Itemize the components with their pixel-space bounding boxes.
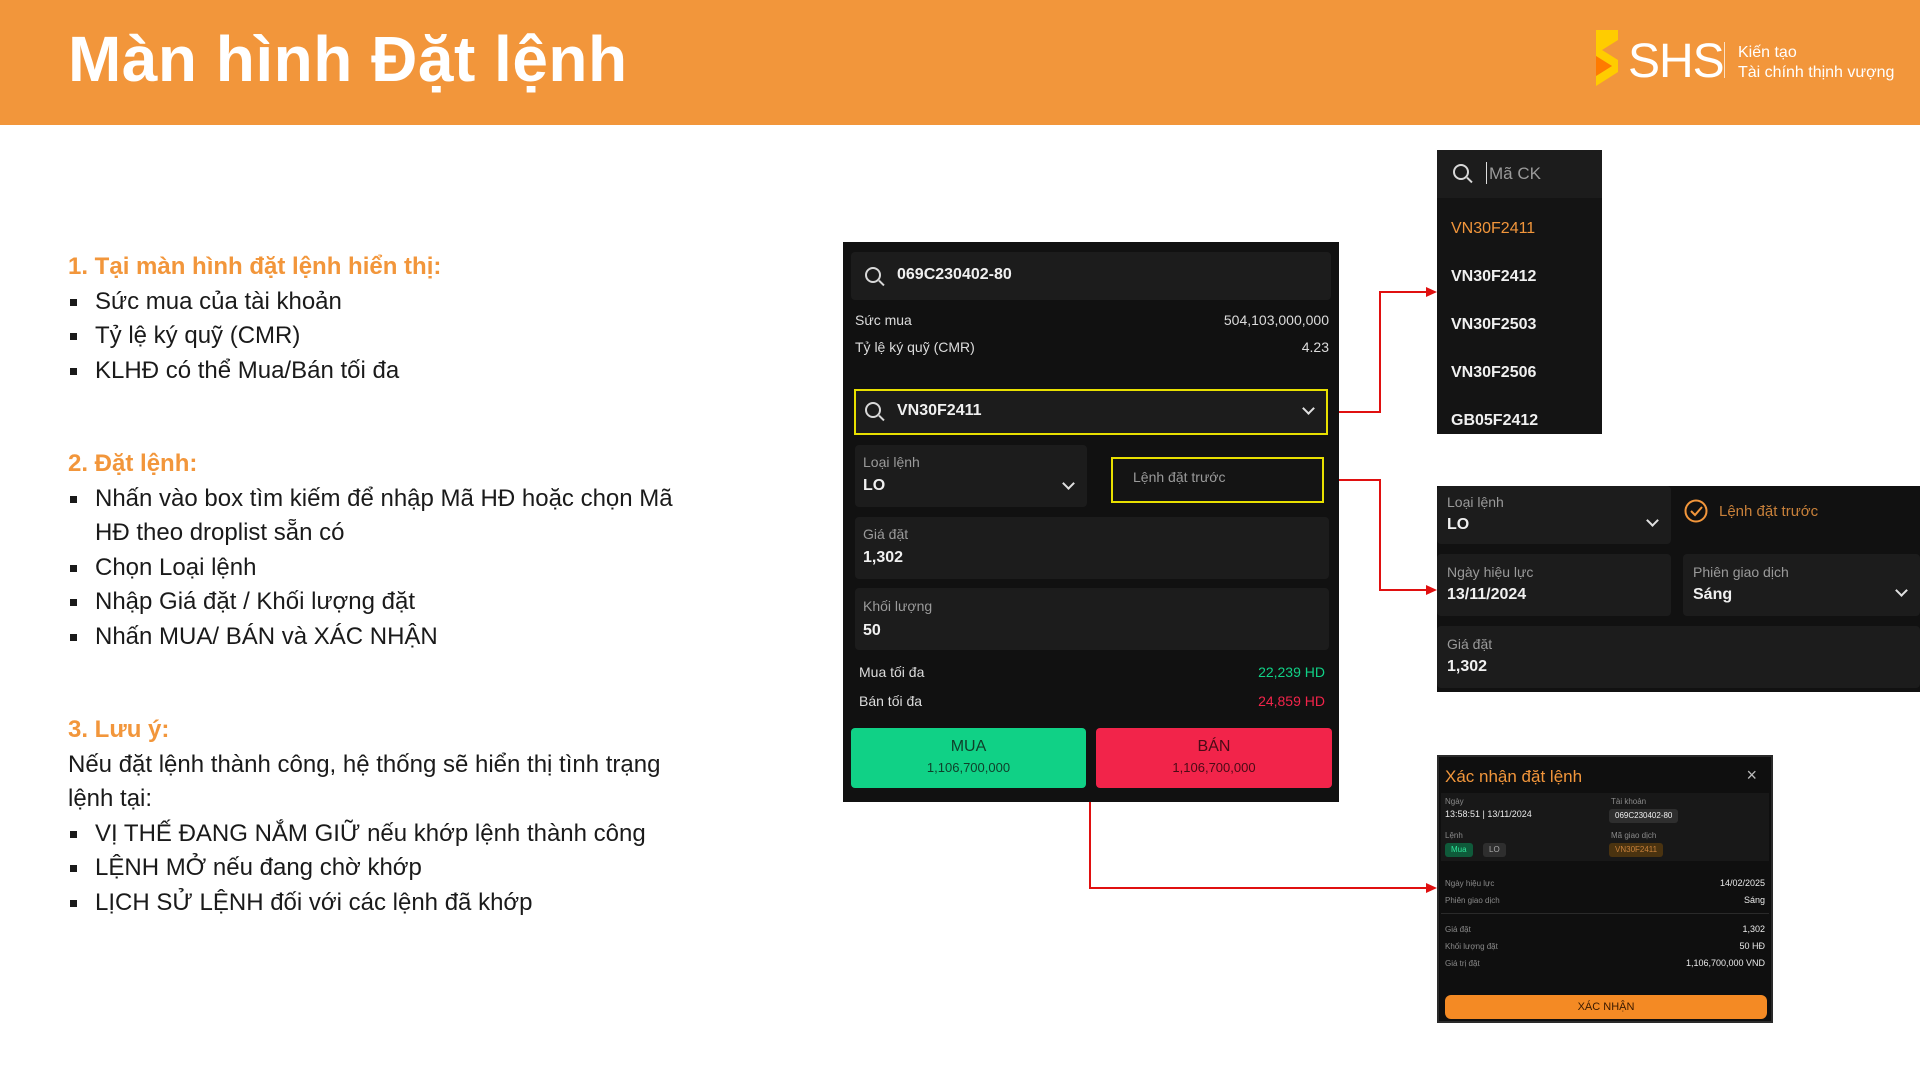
total-value: 1,106,700,000 VND bbox=[1685, 958, 1765, 968]
session-value: Sáng bbox=[1693, 586, 1733, 603]
eff-value: 14/02/2025 bbox=[1719, 878, 1765, 888]
order-type-value: LO bbox=[863, 477, 886, 494]
eff-label: Ngày hiệu lực bbox=[1445, 879, 1495, 888]
dropdown-item[interactable]: VN30F2412 bbox=[1451, 268, 1536, 286]
session-value: Sáng bbox=[1743, 895, 1765, 905]
account-label: Tài khoản bbox=[1611, 797, 1647, 806]
symbol-badge: VN30F2411 bbox=[1609, 843, 1664, 857]
buy-button[interactable]: MUA 1,106,700,000 bbox=[851, 728, 1086, 788]
effective-date-input[interactable]: Ngày hiệu lực 13/11/2024 bbox=[1437, 554, 1671, 616]
sell-button-label: BÁN bbox=[1197, 738, 1231, 755]
account-search[interactable]: 069C230402-80 bbox=[851, 252, 1331, 300]
close-icon[interactable]: × bbox=[1746, 765, 1757, 786]
search-icon bbox=[865, 267, 881, 283]
qty-label: Khối lượng đặt bbox=[1445, 942, 1498, 951]
buy-button-label: MUA bbox=[950, 738, 987, 755]
order-type-label: Loại lệnh bbox=[863, 454, 920, 470]
date-label: Ngày bbox=[1445, 797, 1464, 806]
buying-power-label: Sức mua bbox=[855, 312, 912, 328]
max-sell-value: 24,859 HD bbox=[1258, 693, 1325, 709]
pre-order-panel: Loại lệnh LO Lệnh đặt trước Ngày hiệu lự… bbox=[1437, 486, 1920, 692]
highlight-frame bbox=[1111, 457, 1324, 503]
confirm-dialog: Xác nhận đặt lệnh × Ngày 13:58:51 | 13/1… bbox=[1437, 755, 1773, 1023]
price-label: Giá đặt bbox=[1445, 925, 1471, 934]
text-cursor bbox=[1486, 162, 1487, 184]
order-type-select[interactable]: Loại lệnh LO bbox=[1437, 486, 1671, 544]
price-label: Giá đặt bbox=[863, 526, 909, 542]
buy-button-amount: 1,106,700,000 bbox=[926, 760, 1011, 775]
price-value: 1,302 bbox=[1447, 658, 1488, 675]
price-input[interactable]: Giá đặt 1,302 bbox=[855, 517, 1329, 579]
buying-power-value: 504,103,000,000 bbox=[1223, 312, 1329, 328]
price-value: 1,302 bbox=[1742, 924, 1765, 934]
account-value: 069C230402-80 bbox=[897, 266, 1012, 283]
type-badge: LO bbox=[1483, 843, 1506, 857]
session-label: Phiên giao dịch bbox=[1445, 896, 1500, 905]
max-buy-value: 22,239 HD bbox=[1258, 664, 1325, 680]
max-buy-label: Mua tối đa bbox=[859, 664, 925, 680]
max-sell-label: Bán tối đa bbox=[859, 693, 923, 709]
cmr-label: Tỷ lệ ký quỹ (CMR) bbox=[855, 339, 975, 355]
order-type-select[interactable]: Loại lệnh LO bbox=[855, 445, 1087, 507]
total-label: Giá trị đặt bbox=[1445, 959, 1480, 968]
contract-dropdown: Mã CK VN30F2411 VN30F2412 VN30F2503 VN30… bbox=[1437, 150, 1602, 434]
chevron-down-icon bbox=[1062, 477, 1075, 490]
price-value: 1,302 bbox=[863, 549, 904, 566]
symbol-label: Mã giao dịch bbox=[1611, 831, 1657, 840]
session-select[interactable]: Phiên giao dịch Sáng bbox=[1683, 554, 1920, 616]
search-icon bbox=[1453, 164, 1469, 180]
dropdown-placeholder: Mã CK bbox=[1489, 164, 1541, 183]
qty-value: 50 HĐ bbox=[1739, 941, 1765, 951]
quantity-value: 50 bbox=[863, 622, 881, 639]
price-label: Giá đặt bbox=[1447, 636, 1493, 652]
dropdown-item[interactable]: VN30F2506 bbox=[1451, 364, 1536, 382]
pre-order-toggle[interactable]: Lệnh đặt trước bbox=[1683, 498, 1920, 534]
confirm-summary: Ngày 13:58:51 | 13/11/2024 Tài khoản 069… bbox=[1441, 793, 1769, 861]
check-circle-icon bbox=[1684, 499, 1708, 523]
chevron-down-icon bbox=[1895, 584, 1908, 597]
divider bbox=[1441, 913, 1769, 914]
dropdown-search-input[interactable]: Mã CK bbox=[1437, 150, 1602, 198]
sell-button-amount: 1,106,700,000 bbox=[1172, 760, 1256, 775]
effective-date-value: 13/11/2024 bbox=[1447, 586, 1527, 603]
dropdown-item[interactable]: GB05F2412 bbox=[1451, 412, 1538, 430]
quantity-input[interactable]: Khối lượng 50 bbox=[855, 588, 1329, 650]
cmr-value: 4.23 bbox=[1301, 339, 1329, 355]
date-value: 13:58:51 | 13/11/2024 bbox=[1445, 809, 1532, 819]
session-label: Phiên giao dịch bbox=[1693, 564, 1789, 580]
account-value: 069C230402-80 bbox=[1609, 809, 1679, 823]
dropdown-item[interactable]: VN30F2411 bbox=[1451, 220, 1535, 238]
order-type-value: LO bbox=[1447, 516, 1470, 533]
highlight-frame bbox=[854, 389, 1328, 435]
confirm-button[interactable]: XÁC NHẬN bbox=[1445, 995, 1767, 1019]
order-type-label: Loại lệnh bbox=[1447, 494, 1504, 510]
confirm-title: Xác nhận đặt lệnh bbox=[1445, 767, 1583, 786]
sell-button[interactable]: BÁN 1,106,700,000 bbox=[1096, 728, 1332, 788]
pre-order-label: Lệnh đặt trước bbox=[1719, 503, 1819, 520]
chevron-down-icon bbox=[1646, 514, 1659, 527]
price-input[interactable]: Giá đặt 1,302 bbox=[1437, 626, 1920, 688]
dropdown-item[interactable]: VN30F2503 bbox=[1451, 316, 1536, 334]
order-panel: 069C230402-80 Sức mua 504,103,000,000 Tỷ… bbox=[843, 242, 1339, 802]
order-label: Lệnh bbox=[1445, 831, 1463, 840]
side-badge: Mua bbox=[1445, 843, 1473, 857]
quantity-label: Khối lượng bbox=[863, 598, 933, 614]
effective-date-label: Ngày hiệu lực bbox=[1447, 564, 1534, 580]
